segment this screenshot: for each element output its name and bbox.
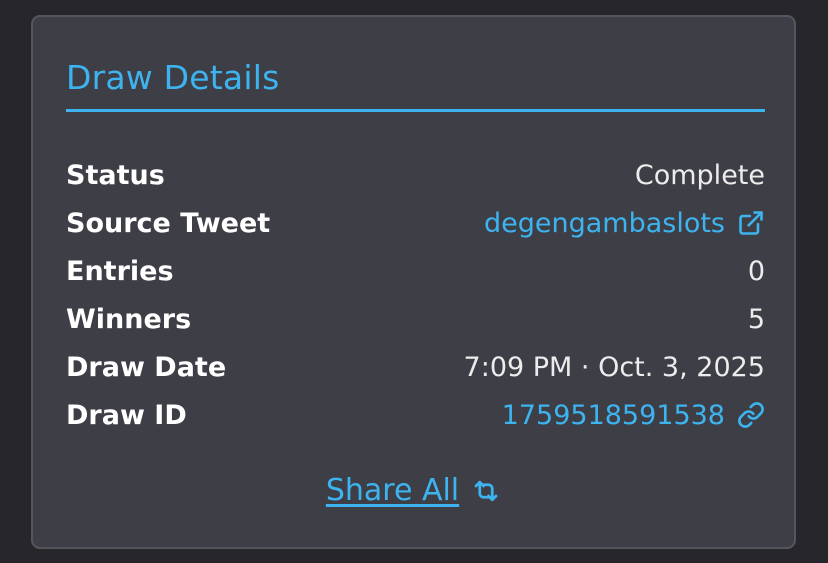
title-divider [66,109,765,112]
detail-row-winners: Winners 5 [66,295,765,343]
detail-row-source-tweet: Source Tweet degengambaslots [66,199,765,247]
detail-row-draw-date: Draw Date 7:09 PM · Oct. 3, 2025 [66,343,765,391]
winners-value: 5 [747,303,765,335]
winners-label: Winners [66,303,192,335]
source-tweet-value: degengambaslots [483,207,725,239]
draw-id-label: Draw ID [66,399,187,431]
draw-date-value: 7:09 PM · Oct. 3, 2025 [463,351,765,383]
detail-row-entries: Entries 0 [66,247,765,295]
details-list: Status Complete Source Tweet degengambas… [66,151,765,439]
detail-row-draw-id: Draw ID 1759518591538 [66,391,765,439]
draw-id-value: 1759518591538 [501,399,725,431]
detail-row-status: Status Complete [66,151,765,199]
draw-id-link[interactable]: 1759518591538 [502,400,765,431]
entries-value: 0 [747,255,765,287]
link-icon [737,401,765,429]
external-link-icon [737,209,765,237]
status-value: Complete [634,159,765,191]
card-title: Draw Details [66,58,280,97]
source-tweet-label: Source Tweet [66,207,271,239]
entries-label: Entries [66,255,174,287]
share-all-label: Share All [325,473,460,508]
share-all-button[interactable]: Share All [33,473,794,508]
source-tweet-link[interactable]: degengambaslots [484,208,765,239]
draw-date-label: Draw Date [66,351,227,383]
draw-details-card: Draw Details Status Complete Source Twee… [31,15,796,549]
status-label: Status [66,159,165,191]
repost-icon [471,476,501,506]
